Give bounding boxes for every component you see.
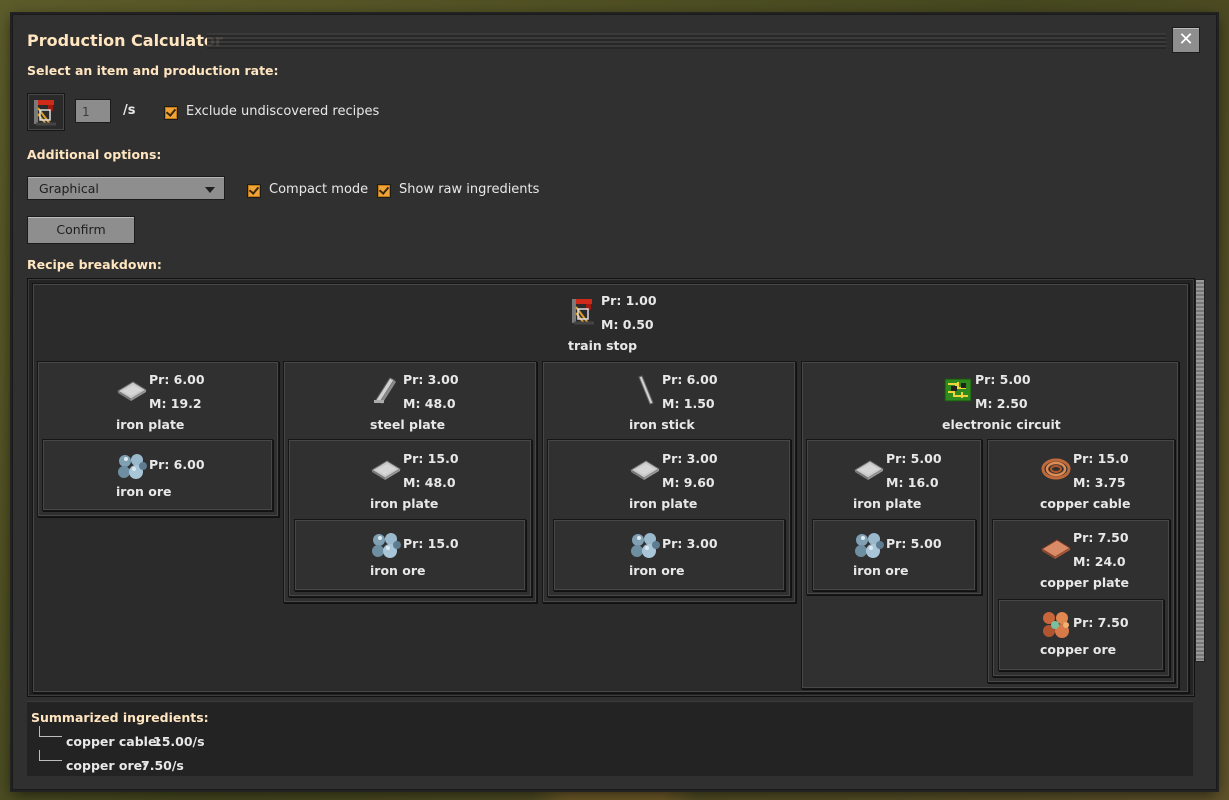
child-box [812, 519, 976, 591]
title-bar[interactable]: Production Calculator ✕ [13, 15, 1216, 59]
copper-plate-icon [1040, 532, 1072, 564]
iron-ore-icon [853, 530, 885, 562]
item-name: iron stick [629, 417, 695, 432]
production-rate: Pr: 3.00 [662, 451, 718, 466]
machine-count: M: 48.0 [403, 396, 456, 411]
machine-count: M: 19.2 [149, 396, 202, 411]
iron-plate-icon [853, 453, 885, 485]
tree-branch-icon [39, 750, 62, 761]
production-rate: Pr: 15.0 [403, 451, 459, 466]
production-rate: Pr: 7.50 [1073, 615, 1129, 630]
production-rate: Pr: 15.0 [1073, 451, 1129, 466]
close-button[interactable]: ✕ [1172, 27, 1200, 53]
production-rate: Pr: 6.00 [662, 372, 718, 387]
item-name: copper cable [1040, 496, 1131, 511]
child-box [42, 439, 273, 511]
copper-cable-icon [1040, 453, 1072, 485]
drag-handle[interactable] [207, 33, 1166, 49]
summary-heading: Summarized ingredients: [31, 710, 209, 725]
show-raw-checkbox[interactable] [377, 184, 391, 198]
rate-input[interactable]: 1 [75, 99, 111, 123]
iron-ore-icon [116, 451, 148, 483]
item-name: iron plate [370, 496, 439, 511]
item-name: iron ore [370, 563, 426, 578]
item-name: iron ore [629, 563, 685, 578]
item-selector-button[interactable] [27, 93, 65, 131]
options-heading: Additional options: [27, 147, 162, 162]
summary-item-rate: 15.00/s [153, 734, 205, 749]
copper-ore-icon [1040, 609, 1072, 641]
item-name: copper ore [1040, 642, 1117, 657]
iron-plate-icon [370, 453, 402, 485]
item-name: iron ore [853, 563, 909, 578]
machine-count: M: 48.0 [403, 475, 456, 490]
close-icon: ✕ [1178, 29, 1194, 50]
child-box [553, 519, 785, 591]
item-name: copper plate [1040, 575, 1130, 590]
train-stop-icon [568, 295, 600, 327]
item-name: iron plate [629, 496, 698, 511]
display-mode-dropdown[interactable]: Graphical [27, 176, 225, 200]
production-rate: Pr: 7.50 [1073, 530, 1129, 545]
production-rate: Pr: 6.00 [149, 457, 205, 472]
item-name: electronic circuit [942, 417, 1061, 432]
root-production: Pr: 1.00 [601, 293, 657, 308]
machine-count: M: 3.75 [1073, 475, 1126, 490]
iron-stick-icon [629, 374, 661, 406]
item-name: iron plate [116, 417, 185, 432]
steel-plate-icon [370, 374, 402, 406]
production-rate: Pr: 3.00 [662, 536, 718, 551]
production-rate: Pr: 5.00 [886, 536, 942, 551]
compact-mode-checkbox[interactable] [247, 184, 261, 198]
production-rate: Pr: 3.00 [403, 372, 459, 387]
production-rate: Pr: 6.00 [149, 372, 205, 387]
root-name: train stop [568, 338, 638, 353]
summary-item-rate: 7.50/s [141, 758, 184, 773]
compact-mode-label[interactable]: Compact mode [269, 182, 368, 197]
item-name: iron plate [853, 496, 922, 511]
breakdown-heading: Recipe breakdown: [27, 257, 162, 272]
tree-branch-icon [39, 726, 62, 737]
rate-unit: /s [123, 103, 136, 118]
window-title: Production Calculator [27, 31, 223, 50]
machine-count: M: 1.50 [662, 396, 715, 411]
machine-count: M: 16.0 [886, 475, 939, 490]
dropdown-arrow-icon [205, 187, 215, 193]
summary-item-name: copper cable: [66, 734, 162, 749]
iron-plate-icon [116, 374, 148, 406]
show-raw-label[interactable]: Show raw ingredients [399, 182, 539, 197]
production-rate: Pr: 5.00 [886, 451, 942, 466]
exclude-undiscovered-label[interactable]: Exclude undiscovered recipes [186, 104, 379, 119]
select-heading: Select an item and production rate: [27, 63, 279, 78]
item-name: steel plate [370, 417, 446, 432]
recipe-breakdown-pane[interactable]: Pr: 1.00 M: 0.50 train stop Pr: 6.00 M: … [27, 278, 1195, 697]
train-stop-icon [30, 96, 62, 128]
exclude-undiscovered-checkbox[interactable] [164, 106, 178, 120]
machine-count: M: 9.60 [662, 475, 715, 490]
child-box [294, 519, 526, 591]
item-name: iron ore [116, 484, 172, 499]
machine-count: M: 2.50 [975, 396, 1028, 411]
production-rate: Pr: 15.0 [403, 536, 459, 551]
machine-count: M: 24.0 [1073, 554, 1126, 569]
display-mode-value: Graphical [39, 181, 99, 196]
iron-plate-icon [629, 453, 661, 485]
confirm-button[interactable]: Confirm [27, 216, 135, 244]
summary-section: Summarized ingredients: copper cable: 15… [27, 701, 1193, 776]
child-box [998, 599, 1164, 671]
breakdown-scrollbar[interactable] [1195, 279, 1205, 662]
production-calculator-window: Production Calculator ✕ Select an item a… [12, 14, 1217, 790]
iron-ore-icon [629, 530, 661, 562]
summary-item-name: copper ore: [66, 758, 148, 773]
iron-ore-icon [370, 530, 402, 562]
production-rate: Pr: 5.00 [975, 372, 1031, 387]
root-machines: M: 0.50 [601, 317, 654, 332]
electronic-circuit-icon [942, 374, 974, 406]
